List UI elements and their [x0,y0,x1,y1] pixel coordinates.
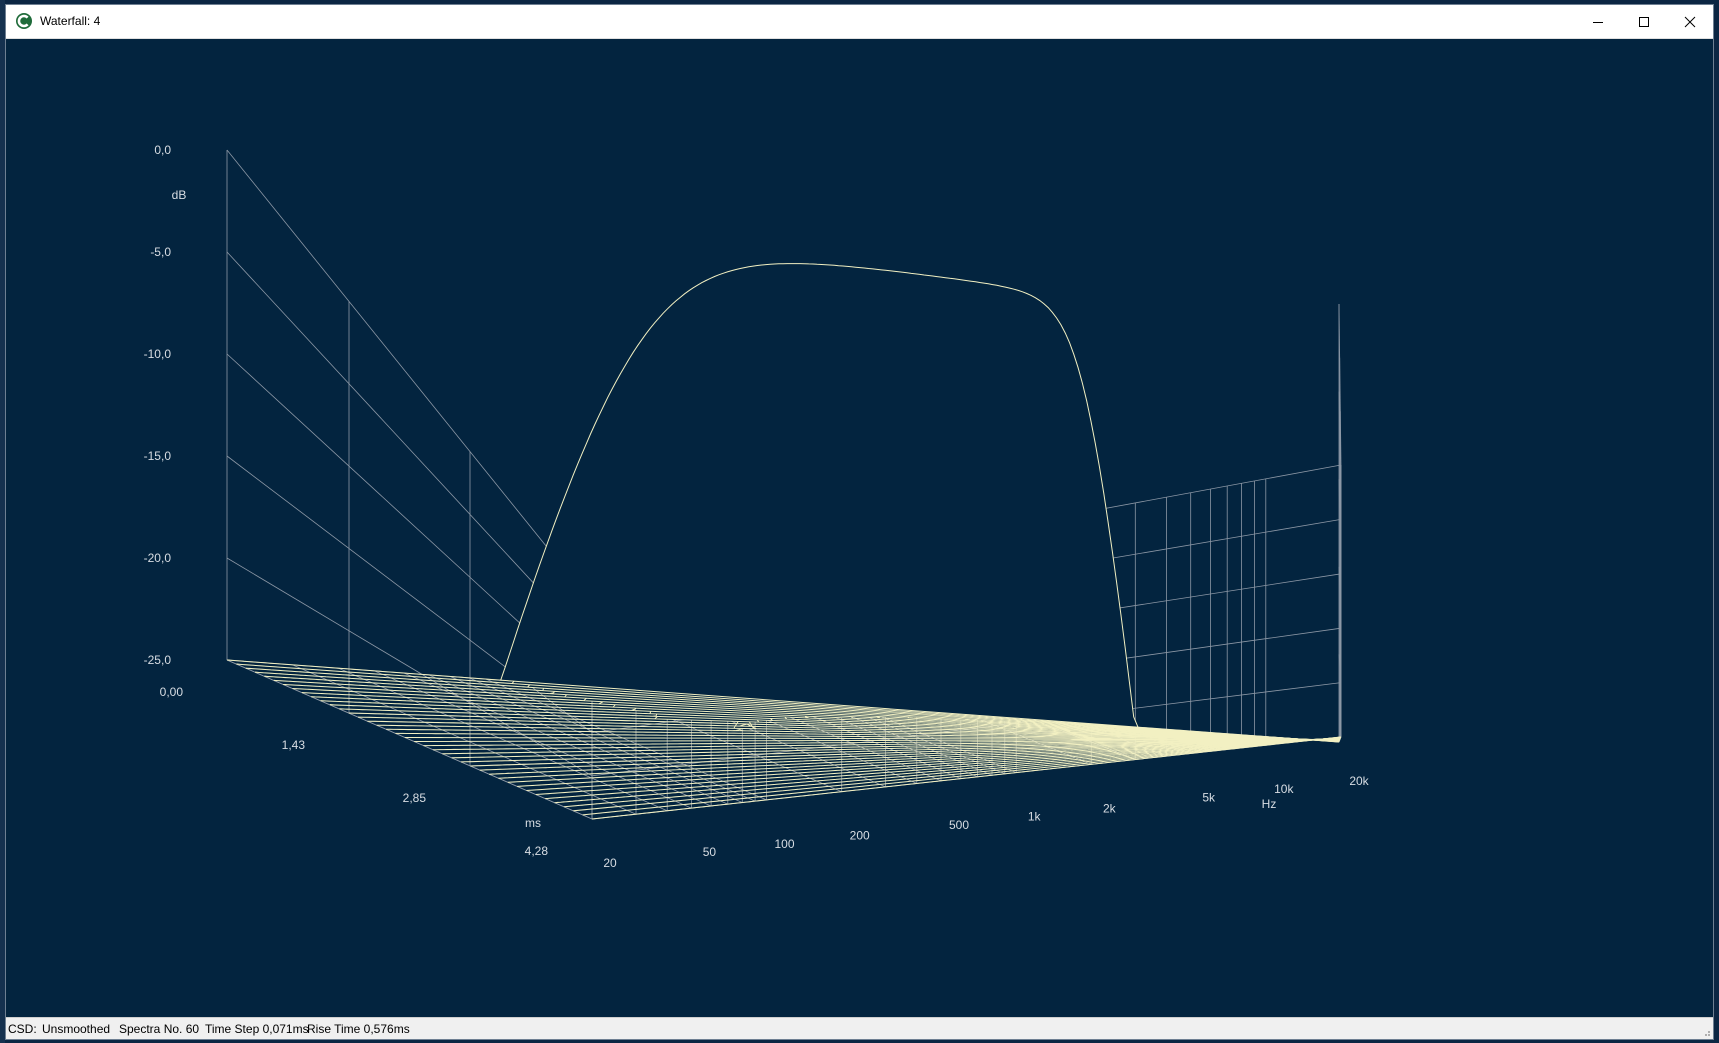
freq-tick-label: 20k [1349,774,1369,788]
close-button[interactable] [1667,5,1713,38]
freq-tick-label: 200 [850,829,870,843]
time-tick-label: 4,28 [525,844,549,858]
maximize-icon [1639,16,1649,27]
freq-tick-label: 100 [774,837,794,851]
freq-tick-label: 10k [1274,782,1294,796]
waterfall-plot[interactable]: dB ms Hz 0,0 -5,0 -10,0 -15,0 -20,0 -25,0 0,00… [6,39,1713,1019]
plot-traces [226,263,1342,820]
waterfall-window: Waterfall: 4 dB ms Hz 0,0 -5,0 -10,0 -15,0 -… [5,4,1714,1040]
freq-tick-label: 50 [703,845,717,859]
resize-grip-icon[interactable] [1701,1027,1711,1037]
status-spectra-count: Spectra No. 60 [119,1022,200,1036]
freq-axis-unit: Hz [1262,797,1277,811]
db-tick-label: -20,0 [144,551,172,565]
status-rise-time: Rise Time 0,576ms [307,1022,410,1036]
time-tick-label: 1,43 [282,738,306,752]
minimize-icon [1593,21,1603,23]
status-csd-label: CSD: [8,1022,37,1036]
db-tick-label: -5,0 [150,245,171,259]
minimize-button[interactable] [1575,5,1621,38]
freq-tick-label: 5k [1202,791,1216,805]
db-tick-label: -15,0 [144,449,172,463]
window-title: Waterfall: 4 [40,14,101,28]
status-time-step: Time Step 0,071ms [205,1022,309,1036]
spectrum-trace [507,737,1341,783]
time-axis-unit: ms [525,816,541,830]
status-smoothing: Unsmoothed [42,1022,111,1036]
freq-tick-label: 1k [1028,810,1042,824]
db-tick-label: -25,0 [144,653,172,667]
left-wall-db-gridline [226,149,593,604]
time-tick-label: 2,85 [403,791,427,805]
freq-tick-label: 500 [949,818,969,832]
db-axis-unit: dB [172,188,187,202]
spectrum-trace [563,736,1341,808]
db-tick-label: -10,0 [144,347,172,361]
maximize-button[interactable] [1621,5,1667,38]
close-icon [1684,16,1696,27]
freq-tick-label: 2k [1103,801,1117,815]
app-c-icon [16,13,32,29]
db-tick-label: 0,0 [154,143,171,157]
status-bar: CSD: Unsmoothed Spectra No. 60 Time Step… [6,1017,1713,1039]
time-tick-label: 0,00 [160,685,184,699]
title-bar[interactable]: Waterfall: 4 [6,5,1713,39]
freq-tick-label: 20 [603,856,617,870]
spectrum-trace [226,263,1340,743]
